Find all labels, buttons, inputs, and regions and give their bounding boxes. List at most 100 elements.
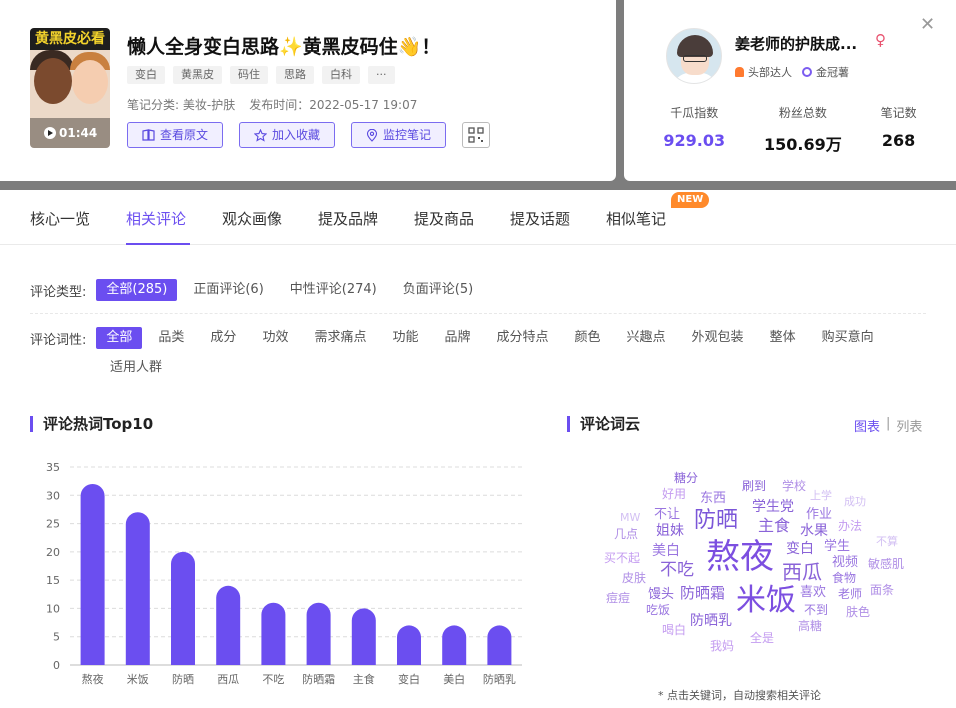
- active-tab-indicator: [126, 243, 190, 245]
- filter-pos-chip[interactable]: 功能: [382, 327, 428, 349]
- view-toggle: 图表 | 列表: [854, 416, 922, 435]
- word-cloud-keyword[interactable]: 肤色: [846, 606, 870, 618]
- note-tag[interactable]: 变白: [127, 66, 165, 84]
- note-tag[interactable]: 思路: [276, 66, 314, 84]
- filter-pos-chip[interactable]: 功效: [252, 327, 298, 349]
- word-cloud-keyword[interactable]: 刷到: [742, 480, 766, 492]
- note-tag[interactable]: 白科: [322, 66, 360, 84]
- word-cloud-keyword[interactable]: 不吃: [660, 562, 694, 579]
- close-icon[interactable]: ✕: [920, 14, 935, 35]
- bar[interactable]: [306, 602, 331, 665]
- word-cloud-keyword[interactable]: 学校: [782, 480, 806, 492]
- bar[interactable]: [125, 512, 150, 665]
- word-cloud-keyword[interactable]: 老师: [838, 588, 862, 600]
- word-cloud-keyword[interactable]: 视频: [832, 556, 858, 569]
- detail-tabs: 核心一览 相关评论 观众画像 提及品牌 提及商品 提及话题 相似笔记: [0, 190, 956, 245]
- word-cloud-keyword[interactable]: 水果: [800, 524, 828, 538]
- filter-pos-all[interactable]: 全部: [96, 327, 143, 349]
- word-cloud-keyword[interactable]: 痘痘: [606, 592, 630, 604]
- bar[interactable]: [442, 625, 467, 665]
- word-cloud-keyword[interactable]: 变白: [786, 542, 814, 556]
- monitor-note-button[interactable]: 监控笔记: [351, 122, 447, 148]
- filter-pos-chip[interactable]: 整体: [760, 327, 806, 349]
- word-cloud-keyword[interactable]: 成功: [844, 496, 866, 507]
- word-cloud-keyword[interactable]: 我妈: [710, 640, 734, 652]
- word-cloud-keyword[interactable]: 面条: [870, 584, 894, 596]
- bar[interactable]: [216, 585, 241, 665]
- tab-products[interactable]: 提及商品: [414, 208, 474, 229]
- note-tag[interactable]: 码住: [230, 66, 268, 84]
- tab-overview[interactable]: 核心一览: [30, 208, 90, 229]
- qr-code-button[interactable]: [462, 122, 491, 148]
- word-cloud-keyword[interactable]: 美白: [652, 544, 680, 558]
- word-cloud-keyword[interactable]: 防晒: [694, 510, 738, 532]
- bar[interactable]: [171, 551, 195, 665]
- add-favorite-button[interactable]: 加入收藏: [239, 122, 336, 148]
- word-cloud-keyword[interactable]: 不算: [876, 536, 898, 547]
- word-cloud-keyword[interactable]: 喝白: [662, 624, 686, 636]
- bar[interactable]: [487, 625, 512, 665]
- word-cloud-keyword[interactable]: 米饭: [736, 586, 796, 616]
- view-original-button[interactable]: 查看原文: [127, 122, 224, 148]
- word-cloud-keyword[interactable]: 办法: [838, 520, 862, 532]
- word-cloud-keyword[interactable]: MW: [620, 512, 640, 523]
- list-view-button[interactable]: 列表: [896, 416, 922, 435]
- filter-pos-chip[interactable]: 需求痛点: [304, 327, 376, 349]
- chart-view-button[interactable]: 图表: [854, 416, 880, 435]
- word-cloud-keyword[interactable]: 高糖: [798, 620, 822, 632]
- filter-pos-chip[interactable]: 成分特点: [487, 327, 559, 349]
- filter-pos-chip[interactable]: 品牌: [434, 327, 480, 349]
- note-cover[interactable]: 黄黑皮必看 01:44: [30, 28, 110, 148]
- word-cloud-keyword[interactable]: 馒头: [648, 588, 674, 601]
- bar[interactable]: [261, 602, 286, 665]
- word-cloud-keyword[interactable]: 糖分: [674, 472, 698, 484]
- more-tags-button[interactable]: ···: [368, 66, 395, 84]
- author-avatar[interactable]: [666, 28, 722, 84]
- word-cloud-keyword[interactable]: 皮肤: [622, 572, 646, 584]
- word-cloud-keyword[interactable]: 作业: [806, 508, 832, 521]
- tab-topics[interactable]: 提及话题: [510, 208, 570, 229]
- word-cloud-keyword[interactable]: 吃饭: [646, 604, 670, 616]
- stat-value: 150.69万: [763, 135, 842, 154]
- word-cloud-keyword[interactable]: 好用: [662, 488, 686, 500]
- filter-pos-chip[interactable]: 适用人群: [100, 357, 172, 379]
- word-cloud-keyword[interactable]: 不到: [804, 604, 828, 616]
- bar[interactable]: [351, 608, 376, 665]
- word-cloud-keyword[interactable]: 姐妹: [656, 524, 684, 538]
- filter-type-neutral[interactable]: 中性评论(274): [280, 279, 387, 301]
- word-cloud-keyword[interactable]: 上学: [810, 490, 832, 501]
- note-tag[interactable]: 黄黑皮: [173, 66, 222, 84]
- word-cloud-keyword[interactable]: 主食: [758, 518, 790, 534]
- tab-comments[interactable]: 相关评论: [126, 208, 186, 229]
- bar[interactable]: [397, 625, 422, 665]
- filter-pos-chip[interactable]: 成分: [200, 327, 246, 349]
- author-name[interactable]: 姜老师的护肤成...: [735, 33, 857, 54]
- word-cloud-keyword[interactable]: 东西: [700, 492, 726, 505]
- word-cloud-keyword[interactable]: 敏感肌: [868, 558, 904, 570]
- filter-pos-chip[interactable]: 颜色: [565, 327, 611, 349]
- word-cloud-keyword[interactable]: 学生: [824, 540, 850, 553]
- filter-type-positive[interactable]: 正面评论(6): [183, 279, 273, 301]
- filter-type-negative[interactable]: 负面评论(5): [393, 279, 483, 301]
- word-cloud-keyword[interactable]: 防晒乳: [690, 614, 732, 628]
- bar[interactable]: [80, 483, 105, 665]
- filter-pos-chip[interactable]: 外观包装: [682, 327, 754, 349]
- word-cloud-keyword[interactable]: 熬夜: [706, 540, 774, 574]
- level-badge-label: 头部达人: [748, 66, 792, 79]
- filter-pos-chip[interactable]: 品类: [148, 327, 194, 349]
- word-cloud-keyword[interactable]: 西瓜: [782, 562, 822, 582]
- word-cloud-keyword[interactable]: 喜欢: [800, 586, 826, 599]
- word-cloud-keyword[interactable]: 食物: [832, 572, 856, 584]
- word-cloud-keyword[interactable]: 不让: [654, 508, 680, 521]
- word-cloud-keyword[interactable]: 学生党: [752, 500, 794, 514]
- filter-pos-chip[interactable]: 购买意向: [812, 327, 884, 349]
- tab-audience[interactable]: 观众画像: [222, 208, 282, 229]
- word-cloud-keyword[interactable]: 防晒霜: [680, 586, 725, 601]
- filter-pos-chip[interactable]: 兴趣点: [617, 327, 676, 349]
- word-cloud-keyword[interactable]: 全是: [750, 632, 774, 644]
- tab-similar-notes[interactable]: 相似笔记: [606, 208, 666, 229]
- tab-brands[interactable]: 提及品牌: [318, 208, 378, 229]
- filter-type-all[interactable]: 全部(285): [96, 279, 178, 301]
- word-cloud-keyword[interactable]: 买不起: [604, 552, 640, 564]
- word-cloud-keyword[interactable]: 几点: [614, 528, 638, 540]
